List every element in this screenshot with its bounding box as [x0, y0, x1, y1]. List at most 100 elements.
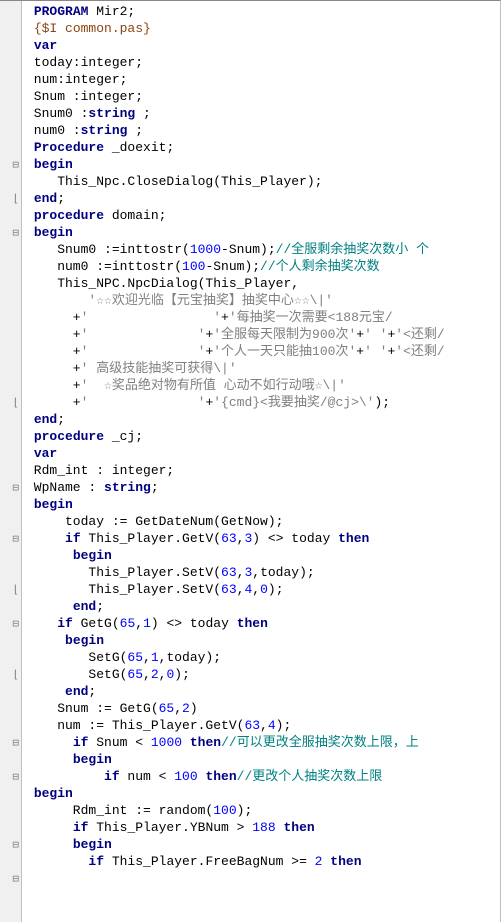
token: 65	[120, 616, 136, 631]
code-line[interactable]: num:integer;	[26, 71, 500, 88]
code-line[interactable]: end;	[26, 683, 500, 700]
code-line[interactable]: if Snum < 1000 then//可以更改全服抽奖次数上限，上	[26, 734, 500, 751]
code-line[interactable]: Procedure _doexit;	[26, 139, 500, 156]
gutter-row	[0, 598, 21, 615]
fold-toggle-icon[interactable]: ⊟	[12, 838, 19, 851]
code-line[interactable]: procedure domain;	[26, 207, 500, 224]
code-line[interactable]: var	[26, 445, 500, 462]
code-line[interactable]: num0 :=inttostr(100-Snum);//个人剩余抽奖次数	[26, 258, 500, 275]
token: if	[88, 854, 104, 869]
code-line[interactable]: This_Player.SetV(63,4,0);	[26, 581, 500, 598]
gutter-row[interactable]: ⊟	[0, 734, 21, 751]
code-line[interactable]: end;	[26, 190, 500, 207]
token: ' ☆奖品绝对物有所值 心动不如行动哦☆\|'	[81, 378, 346, 393]
gutter-row[interactable]: ⊟	[0, 870, 21, 887]
code-line[interactable]: SetG(65,2,0);	[26, 666, 500, 683]
fold-toggle-icon[interactable]: ⊟	[12, 158, 19, 171]
code-line[interactable]: Snum := GetG(65,2)	[26, 700, 500, 717]
code-line[interactable]: if This_Player.FreeBagNum >= 2 then	[26, 853, 500, 870]
code-line[interactable]: Snum0 :=inttostr(1000-Snum);//全服剩余抽奖次数小 …	[26, 241, 500, 258]
code-line[interactable]: procedure _cj;	[26, 428, 500, 445]
code-line[interactable]: if This_Player.YBNum > 188 then	[26, 819, 500, 836]
token: var	[34, 446, 57, 461]
code-line[interactable]: '☆☆欢迎光临【元宝抽奖】抽奖中心☆☆\|'	[26, 292, 500, 309]
token: 1000	[151, 735, 182, 750]
code-line[interactable]: {$I common.pas}	[26, 20, 500, 37]
token: string	[104, 480, 151, 495]
code-line[interactable]: num := This_Player.GetV(63,4);	[26, 717, 500, 734]
gutter-row[interactable]: ⊟	[0, 615, 21, 632]
code-line[interactable]: SetG(65,1,today);	[26, 649, 500, 666]
code-line[interactable]: +' ☆奖品绝对物有所值 心动不如行动哦☆\|'	[26, 377, 500, 394]
code-line[interactable]: begin	[26, 632, 500, 649]
token: '<还剩/	[395, 344, 444, 359]
fold-toggle-icon[interactable]: ⊟	[12, 770, 19, 783]
gutter-row	[0, 649, 21, 666]
token: ,	[260, 718, 268, 733]
code-line[interactable]: if num < 100 then//更改个人抽奖次数上限	[26, 768, 500, 785]
code-line[interactable]: end;	[26, 598, 500, 615]
code-line[interactable]: if This_Player.GetV(63,3) <> today then	[26, 530, 500, 547]
gutter-row[interactable]: ⌊	[0, 394, 21, 411]
token: 63	[244, 718, 260, 733]
code-line[interactable]: +' '+'每抽奖一次需要<188元宝/	[26, 309, 500, 326]
code-line[interactable]: Rdm_int : integer;	[26, 462, 500, 479]
gutter-row[interactable]: ⊟	[0, 530, 21, 547]
code-line[interactable]	[26, 870, 500, 887]
code-line[interactable]: +' '+'{cmd}<我要抽奖/@cj>\');	[26, 394, 500, 411]
code-line[interactable]: Snum0 :string ;	[26, 105, 500, 122]
code-area[interactable]: PROGRAM Mir2; {$I common.pas} var today:…	[22, 1, 500, 922]
fold-toggle-icon[interactable]: ⊟	[12, 872, 19, 885]
code-line[interactable]: if GetG(65,1) <> today then	[26, 615, 500, 632]
token: if	[57, 616, 73, 631]
token: +	[26, 395, 81, 410]
gutter-row[interactable]: ⊟	[0, 156, 21, 173]
gutter-row[interactable]: ⊟	[0, 836, 21, 853]
code-line[interactable]: begin	[26, 224, 500, 241]
code-line[interactable]: Rdm_int := random(100);	[26, 802, 500, 819]
fold-toggle-icon[interactable]: ⊟	[12, 226, 19, 239]
gutter-row	[0, 513, 21, 530]
code-line[interactable]: +' 高级技能抽奖可获得\|'	[26, 360, 500, 377]
code-line[interactable]: +' '+'个人一天只能抽100次'+' '+'<还剩/	[26, 343, 500, 360]
code-line[interactable]: WpName : string;	[26, 479, 500, 496]
code-line[interactable]: Snum :integer;	[26, 88, 500, 105]
code-line[interactable]: var	[26, 37, 500, 54]
gutter-row	[0, 139, 21, 156]
code-line[interactable]: This_Player.SetV(63,3,today);	[26, 564, 500, 581]
code-line[interactable]: begin	[26, 547, 500, 564]
code-line[interactable]: This_Npc.CloseDialog(This_Player);	[26, 173, 500, 190]
gutter-row	[0, 853, 21, 870]
code-line[interactable]: today:integer;	[26, 54, 500, 71]
code-line[interactable]: num0 :string ;	[26, 122, 500, 139]
code-line[interactable]: begin	[26, 785, 500, 802]
code-line[interactable]: begin	[26, 496, 500, 513]
token	[26, 191, 34, 206]
gutter-row[interactable]: ⊟	[0, 768, 21, 785]
fold-toggle-icon[interactable]: ⊟	[12, 617, 19, 630]
fold-toggle-icon[interactable]: ⊟	[12, 481, 19, 494]
code-line[interactable]: end;	[26, 411, 500, 428]
fold-toggle-icon[interactable]: ⊟	[12, 736, 19, 749]
token	[26, 38, 34, 53]
fold-toggle-icon[interactable]: ⊟	[12, 532, 19, 545]
token	[26, 633, 65, 648]
gutter-row[interactable]: ⊟	[0, 224, 21, 241]
code-line[interactable]: PROGRAM Mir2;	[26, 3, 500, 20]
code-line[interactable]: +' '+'全服每天限制为900次'+' '+'<还剩/	[26, 326, 500, 343]
gutter-row[interactable]: ⌊	[0, 581, 21, 598]
code-line[interactable]: begin	[26, 751, 500, 768]
token: //个人剩余抽奖次数	[260, 259, 380, 274]
code-line[interactable]: begin	[26, 836, 500, 853]
token: then	[237, 616, 268, 631]
gutter-row	[0, 241, 21, 258]
code-line[interactable]: This_NPC.NpcDialog(This_Player,	[26, 275, 500, 292]
gutter-row[interactable]: ⊟	[0, 479, 21, 496]
gutter-row	[0, 496, 21, 513]
gutter-row[interactable]: ⌊	[0, 190, 21, 207]
token: then	[330, 854, 361, 869]
code-line[interactable]: today := GetDateNum(GetNow);	[26, 513, 500, 530]
token: ' '	[81, 344, 206, 359]
code-line[interactable]: begin	[26, 156, 500, 173]
gutter-row[interactable]: ⌊	[0, 666, 21, 683]
